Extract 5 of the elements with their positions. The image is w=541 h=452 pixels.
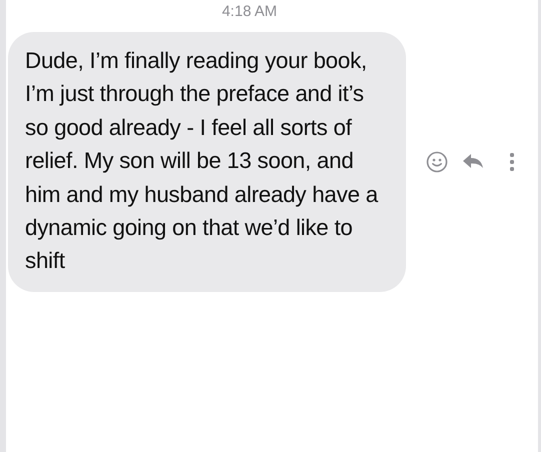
more-icon[interactable] — [510, 150, 514, 173]
emoji-icon[interactable] — [426, 150, 448, 173]
timestamp: 4:18 AM — [222, 2, 278, 22]
message-bubble: Dude, I’m finally reading your book, I’m just through the preface and it’s so good already - I feel all sorts of relief. My son will be 13 soon, and him and my husband already have a dynamic going on that we’d like to shift — [8, 32, 406, 292]
reply-icon[interactable] — [462, 152, 484, 171]
